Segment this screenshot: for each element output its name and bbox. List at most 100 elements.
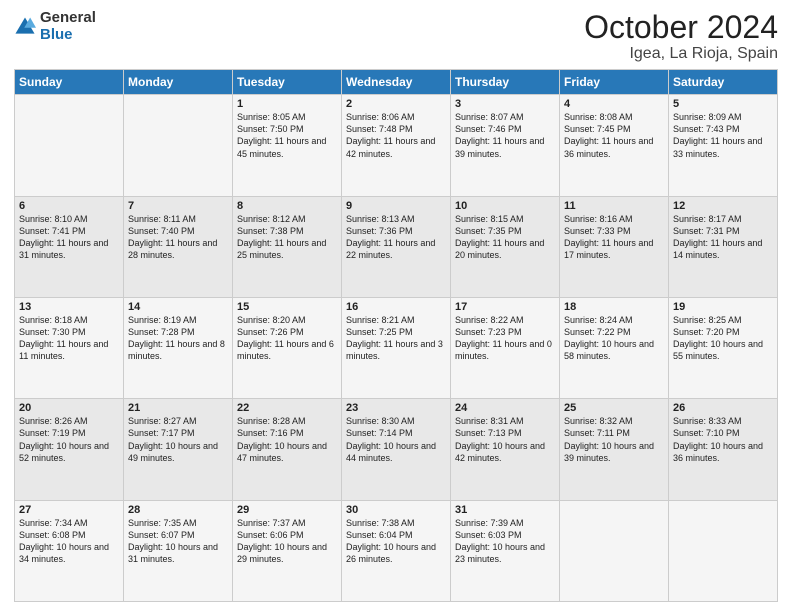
day-info: Sunrise: 8:07 AMSunset: 7:46 PMDaylight:… <box>455 111 555 160</box>
day-info: Sunrise: 8:15 AMSunset: 7:35 PMDaylight:… <box>455 213 555 262</box>
day-number: 30 <box>346 504 446 516</box>
day-info: Sunrise: 7:35 AMSunset: 6:07 PMDaylight:… <box>128 517 228 566</box>
week-row-3: 13Sunrise: 8:18 AMSunset: 7:30 PMDayligh… <box>15 297 778 398</box>
day-info: Sunrise: 7:34 AMSunset: 6:08 PMDaylight:… <box>19 517 119 566</box>
day-cell: 11Sunrise: 8:16 AMSunset: 7:33 PMDayligh… <box>560 196 669 297</box>
column-header-monday: Monday <box>124 70 233 95</box>
day-cell <box>15 95 124 196</box>
day-cell: 4Sunrise: 8:08 AMSunset: 7:45 PMDaylight… <box>560 95 669 196</box>
week-row-5: 27Sunrise: 7:34 AMSunset: 6:08 PMDayligh… <box>15 500 778 601</box>
day-cell: 13Sunrise: 8:18 AMSunset: 7:30 PMDayligh… <box>15 297 124 398</box>
day-cell: 31Sunrise: 7:39 AMSunset: 6:03 PMDayligh… <box>451 500 560 601</box>
day-cell: 10Sunrise: 8:15 AMSunset: 7:35 PMDayligh… <box>451 196 560 297</box>
day-info: Sunrise: 8:31 AMSunset: 7:13 PMDaylight:… <box>455 415 555 464</box>
day-number: 29 <box>237 504 337 516</box>
day-number: 23 <box>346 402 446 414</box>
day-info: Sunrise: 8:16 AMSunset: 7:33 PMDaylight:… <box>564 213 664 262</box>
logo-blue-text: Blue <box>40 26 73 43</box>
day-cell: 3Sunrise: 8:07 AMSunset: 7:46 PMDaylight… <box>451 95 560 196</box>
day-number: 25 <box>564 402 664 414</box>
day-info: Sunrise: 8:20 AMSunset: 7:26 PMDaylight:… <box>237 314 337 363</box>
day-info: Sunrise: 8:09 AMSunset: 7:43 PMDaylight:… <box>673 111 773 160</box>
day-info: Sunrise: 8:11 AMSunset: 7:40 PMDaylight:… <box>128 213 228 262</box>
day-number: 18 <box>564 301 664 313</box>
day-info: Sunrise: 8:18 AMSunset: 7:30 PMDaylight:… <box>19 314 119 363</box>
day-info: Sunrise: 8:24 AMSunset: 7:22 PMDaylight:… <box>564 314 664 363</box>
day-cell: 2Sunrise: 8:06 AMSunset: 7:48 PMDaylight… <box>342 95 451 196</box>
day-cell: 29Sunrise: 7:37 AMSunset: 6:06 PMDayligh… <box>233 500 342 601</box>
day-info: Sunrise: 8:22 AMSunset: 7:23 PMDaylight:… <box>455 314 555 363</box>
day-cell: 16Sunrise: 8:21 AMSunset: 7:25 PMDayligh… <box>342 297 451 398</box>
column-header-wednesday: Wednesday <box>342 70 451 95</box>
day-cell: 12Sunrise: 8:17 AMSunset: 7:31 PMDayligh… <box>669 196 778 297</box>
day-cell: 14Sunrise: 8:19 AMSunset: 7:28 PMDayligh… <box>124 297 233 398</box>
day-number: 24 <box>455 402 555 414</box>
day-cell: 18Sunrise: 8:24 AMSunset: 7:22 PMDayligh… <box>560 297 669 398</box>
day-number: 9 <box>346 200 446 212</box>
day-number: 13 <box>19 301 119 313</box>
day-cell: 24Sunrise: 8:31 AMSunset: 7:13 PMDayligh… <box>451 399 560 500</box>
day-info: Sunrise: 8:12 AMSunset: 7:38 PMDaylight:… <box>237 213 337 262</box>
day-info: Sunrise: 8:06 AMSunset: 7:48 PMDaylight:… <box>346 111 446 160</box>
day-cell: 26Sunrise: 8:33 AMSunset: 7:10 PMDayligh… <box>669 399 778 500</box>
day-info: Sunrise: 8:21 AMSunset: 7:25 PMDaylight:… <box>346 314 446 363</box>
day-number: 27 <box>19 504 119 516</box>
day-cell: 25Sunrise: 8:32 AMSunset: 7:11 PMDayligh… <box>560 399 669 500</box>
logo-icon <box>14 16 36 38</box>
day-cell: 1Sunrise: 8:05 AMSunset: 7:50 PMDaylight… <box>233 95 342 196</box>
day-number: 7 <box>128 200 228 212</box>
day-cell: 17Sunrise: 8:22 AMSunset: 7:23 PMDayligh… <box>451 297 560 398</box>
day-cell <box>124 95 233 196</box>
day-info: Sunrise: 8:13 AMSunset: 7:36 PMDaylight:… <box>346 213 446 262</box>
day-info: Sunrise: 8:28 AMSunset: 7:16 PMDaylight:… <box>237 415 337 464</box>
day-info: Sunrise: 8:25 AMSunset: 7:20 PMDaylight:… <box>673 314 773 363</box>
day-info: Sunrise: 8:27 AMSunset: 7:17 PMDaylight:… <box>128 415 228 464</box>
column-header-tuesday: Tuesday <box>233 70 342 95</box>
week-row-2: 6Sunrise: 8:10 AMSunset: 7:41 PMDaylight… <box>15 196 778 297</box>
day-cell: 5Sunrise: 8:09 AMSunset: 7:43 PMDaylight… <box>669 95 778 196</box>
day-cell <box>560 500 669 601</box>
day-info: Sunrise: 8:08 AMSunset: 7:45 PMDaylight:… <box>564 111 664 160</box>
day-info: Sunrise: 8:30 AMSunset: 7:14 PMDaylight:… <box>346 415 446 464</box>
day-cell: 23Sunrise: 8:30 AMSunset: 7:14 PMDayligh… <box>342 399 451 500</box>
day-info: Sunrise: 7:37 AMSunset: 6:06 PMDaylight:… <box>237 517 337 566</box>
day-number: 22 <box>237 402 337 414</box>
day-number: 21 <box>128 402 228 414</box>
day-info: Sunrise: 8:19 AMSunset: 7:28 PMDaylight:… <box>128 314 228 363</box>
day-cell: 22Sunrise: 8:28 AMSunset: 7:16 PMDayligh… <box>233 399 342 500</box>
week-row-1: 1Sunrise: 8:05 AMSunset: 7:50 PMDaylight… <box>15 95 778 196</box>
header-row: SundayMondayTuesdayWednesdayThursdayFrid… <box>15 70 778 95</box>
page-subtitle: Igea, La Rioja, Spain <box>584 45 778 63</box>
day-number: 3 <box>455 98 555 110</box>
day-cell: 7Sunrise: 8:11 AMSunset: 7:40 PMDaylight… <box>124 196 233 297</box>
day-number: 1 <box>237 98 337 110</box>
day-info: Sunrise: 8:17 AMSunset: 7:31 PMDaylight:… <box>673 213 773 262</box>
page: General Blue October 2024 Igea, La Rioja… <box>0 0 792 612</box>
day-info: Sunrise: 8:32 AMSunset: 7:11 PMDaylight:… <box>564 415 664 464</box>
day-info: Sunrise: 7:38 AMSunset: 6:04 PMDaylight:… <box>346 517 446 566</box>
day-cell: 20Sunrise: 8:26 AMSunset: 7:19 PMDayligh… <box>15 399 124 500</box>
day-number: 5 <box>673 98 773 110</box>
calendar-table: SundayMondayTuesdayWednesdayThursdayFrid… <box>14 69 778 602</box>
day-number: 11 <box>564 200 664 212</box>
day-info: Sunrise: 8:10 AMSunset: 7:41 PMDaylight:… <box>19 213 119 262</box>
day-number: 26 <box>673 402 773 414</box>
day-cell: 27Sunrise: 7:34 AMSunset: 6:08 PMDayligh… <box>15 500 124 601</box>
logo-general-text: General <box>40 9 96 26</box>
day-number: 10 <box>455 200 555 212</box>
day-number: 28 <box>128 504 228 516</box>
logo-text: General Blue <box>40 10 96 43</box>
day-cell <box>669 500 778 601</box>
day-number: 6 <box>19 200 119 212</box>
column-header-saturday: Saturday <box>669 70 778 95</box>
day-cell: 15Sunrise: 8:20 AMSunset: 7:26 PMDayligh… <box>233 297 342 398</box>
day-number: 16 <box>346 301 446 313</box>
column-header-thursday: Thursday <box>451 70 560 95</box>
day-cell: 19Sunrise: 8:25 AMSunset: 7:20 PMDayligh… <box>669 297 778 398</box>
day-number: 31 <box>455 504 555 516</box>
day-number: 17 <box>455 301 555 313</box>
day-cell: 30Sunrise: 7:38 AMSunset: 6:04 PMDayligh… <box>342 500 451 601</box>
column-header-sunday: Sunday <box>15 70 124 95</box>
day-number: 15 <box>237 301 337 313</box>
day-number: 20 <box>19 402 119 414</box>
